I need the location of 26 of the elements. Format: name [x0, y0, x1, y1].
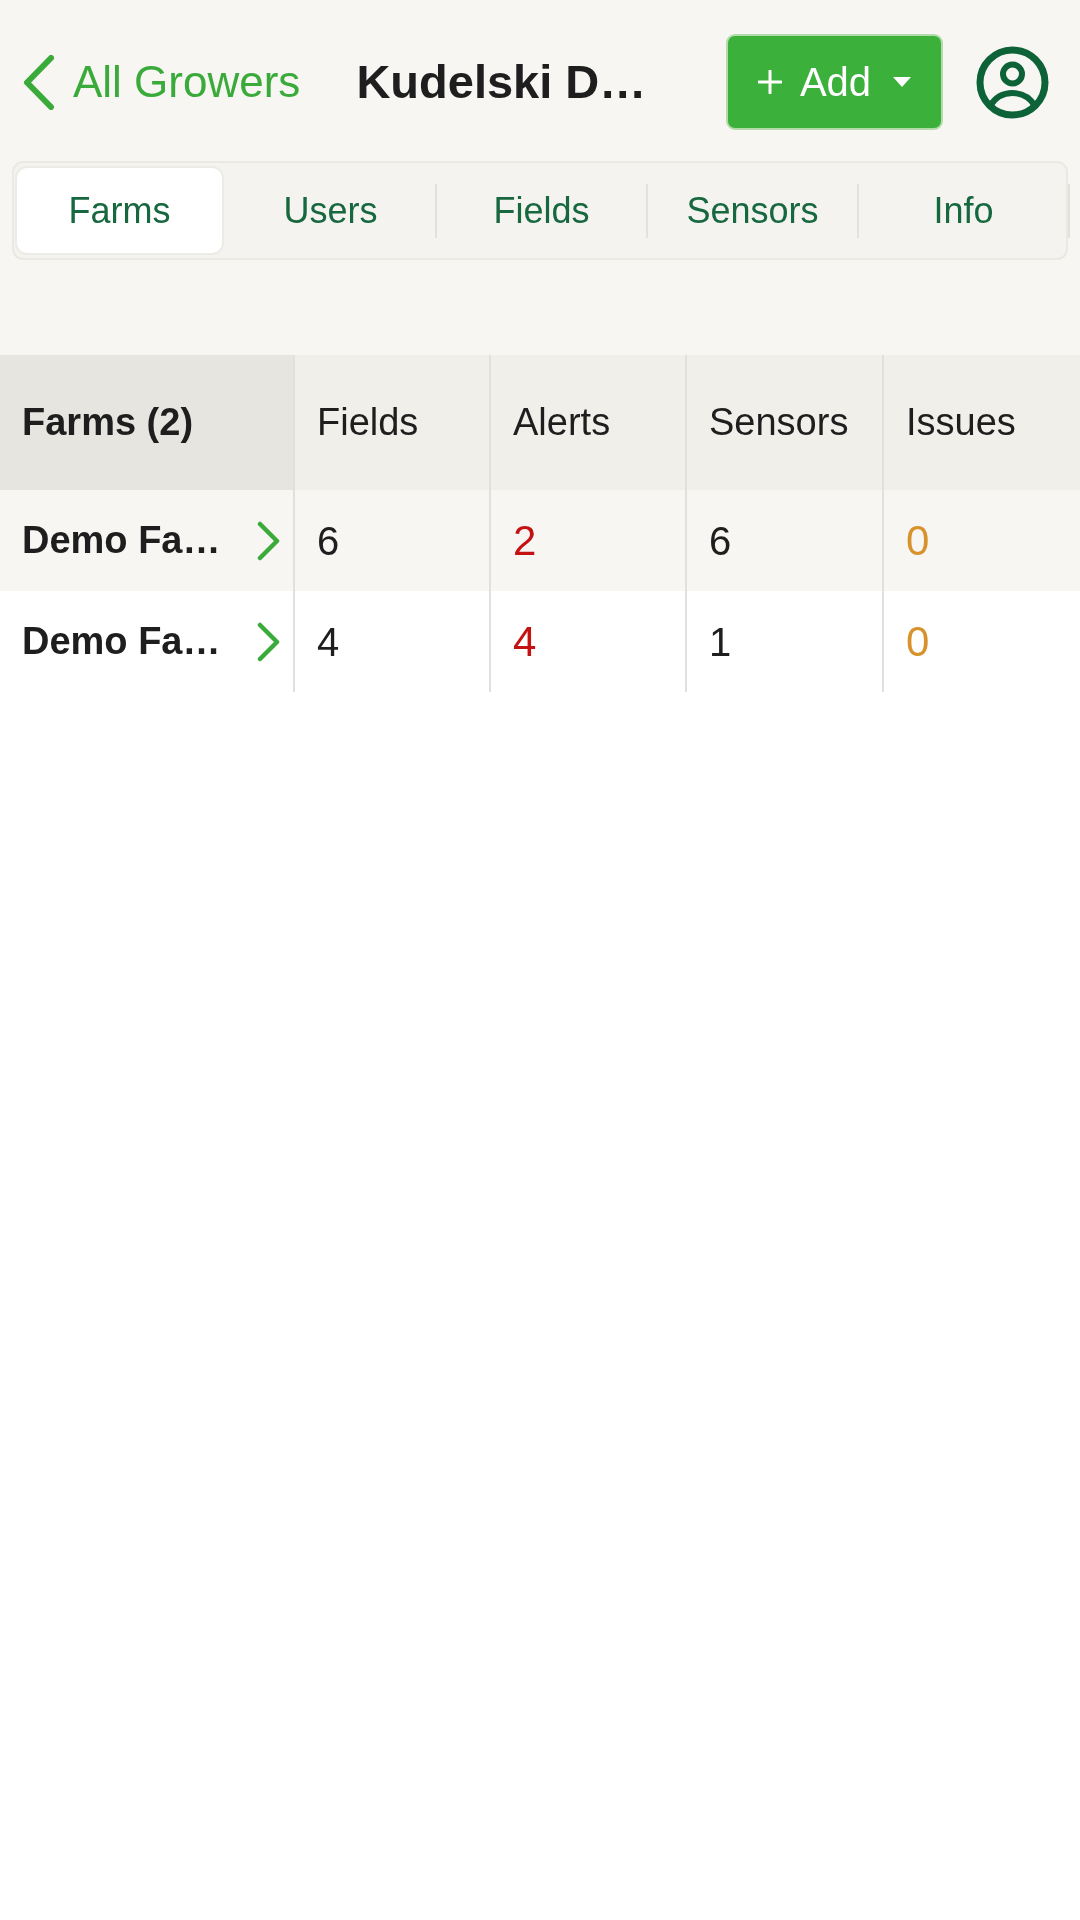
table-cell: 1 [686, 591, 883, 692]
table-cell: 6 [686, 490, 883, 591]
table-cell: 0 [883, 490, 1080, 591]
farm-name[interactable]: Demo Fa… [22, 613, 221, 670]
column-header: Issues [883, 355, 1080, 490]
plus-icon [757, 70, 782, 94]
table-cell: 4 [490, 591, 686, 692]
chevron-right-icon[interactable] [256, 621, 281, 662]
tab[interactable]: Info [861, 168, 1066, 253]
column-header: Alerts [490, 355, 686, 490]
page-title: Kudelski D… [356, 56, 647, 108]
tab[interactable]: Farms [17, 168, 222, 253]
tab[interactable]: Sensors [650, 168, 855, 253]
tab[interactable]: Fields [439, 168, 644, 253]
column-header: Sensors [686, 355, 883, 490]
tab[interactable]: Users [228, 168, 433, 253]
chevron-left-icon [22, 54, 55, 110]
column-header: Fields [294, 355, 490, 490]
table-cell: 4 [294, 591, 490, 692]
column-header: Farms (2) [0, 355, 294, 490]
caret-icon [893, 77, 912, 87]
chevron-right-icon[interactable] [256, 520, 281, 561]
table-cell: 2 [490, 490, 686, 591]
table-cell: 6 [294, 490, 490, 591]
profile-icon[interactable] [976, 45, 1049, 119]
table-cell: 0 [883, 591, 1080, 692]
